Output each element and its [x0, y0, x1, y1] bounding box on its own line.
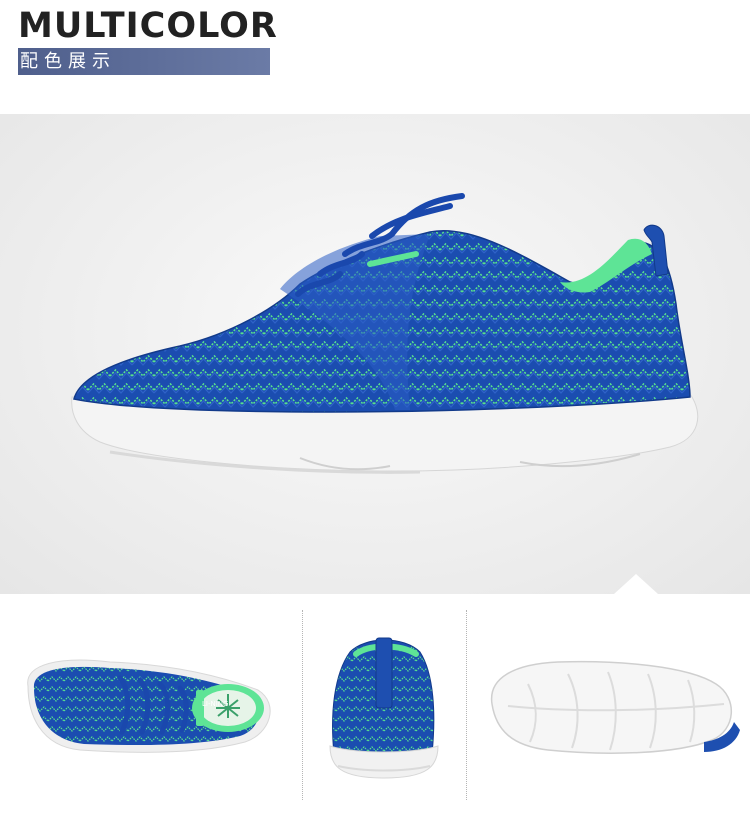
shoe-sole-illustration	[490, 660, 740, 754]
shoe-side-illustration	[71, 193, 699, 474]
selected-indicator-notch	[614, 574, 658, 594]
section-header: MULTICOLOR 配色展示	[18, 6, 278, 75]
hero-image-shoe-side-view	[0, 114, 750, 594]
thumbnail-top-view[interactable]: LI-NING	[0, 594, 300, 824]
shoe-top-view-illustration: LI-NING	[27, 659, 271, 753]
thumbnail-divider	[302, 610, 303, 800]
thumbnail-sole-view[interactable]	[468, 594, 750, 824]
brand-logo-text: LI-NING	[202, 700, 228, 708]
thumbnail-divider	[466, 610, 467, 800]
thumbnail-back-view[interactable]	[304, 594, 466, 824]
section-subtitle: 配色展示	[18, 48, 270, 75]
thumbnail-gallery: LI-NING	[0, 594, 750, 830]
shoe-back-view-illustration	[329, 637, 439, 779]
section-title: MULTICOLOR	[18, 6, 278, 46]
